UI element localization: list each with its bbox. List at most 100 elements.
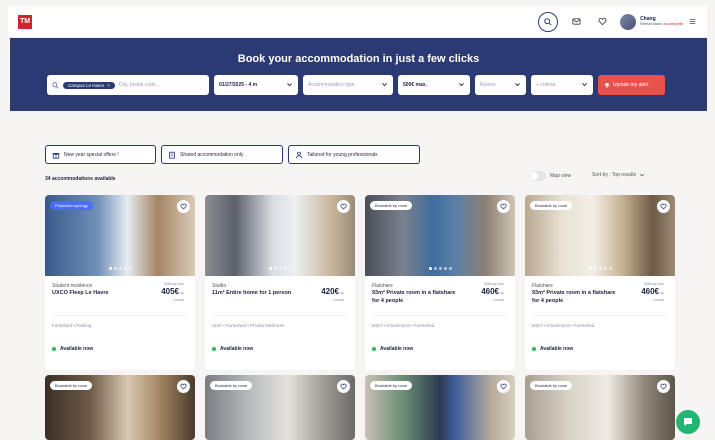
sort-select[interactable]: Sort by : Top results [592, 172, 645, 178]
listing-title[interactable]: UXCO Fleep Le Havre [52, 290, 140, 298]
update-alert-button[interactable]: Update my alert [598, 75, 665, 95]
quick-filter-new-year[interactable]: New year special offers ! [45, 145, 156, 164]
toggle-switch[interactable] [529, 171, 546, 181]
messages-button[interactable] [568, 14, 584, 30]
chevron-down-icon [582, 83, 587, 87]
search-filters: Campus Le Havre × City, postal code... 01… [47, 75, 665, 95]
map-view-toggle[interactable]: Map view [529, 171, 571, 181]
listing-price: 460€cc [641, 287, 664, 296]
availability-status: Available now [372, 346, 413, 352]
listing-card[interactable]: Bookable by room [365, 375, 515, 440]
listing-card[interactable]: Studio 11m² Entire home for 1 person 420… [205, 195, 355, 370]
favorite-button[interactable] [497, 380, 510, 393]
favorite-button[interactable] [337, 380, 350, 393]
status-dot [52, 347, 56, 351]
photo-carousel-dots[interactable] [205, 267, 355, 270]
price-period: / month [332, 298, 344, 302]
heart-icon [660, 383, 667, 390]
listing-title[interactable]: 93m² Private room in a flatshare for 4 p… [372, 290, 460, 305]
listing-badge: Bookable by room [210, 381, 253, 390]
quick-filters: New year special offers ! Shared accommo… [45, 145, 420, 164]
listing-card[interactable]: Bookable by room [205, 375, 355, 440]
location-field[interactable]: Campus Le Havre × City, postal code... [47, 75, 209, 95]
status-dot [212, 347, 216, 351]
listing-badge: Bookable by room [370, 201, 413, 210]
price-period: / month [172, 298, 184, 302]
quick-filter-shared[interactable]: Shared accommodation only [161, 145, 283, 164]
user-status: Rental stand incomplete [640, 21, 683, 27]
price-period: / month [492, 298, 504, 302]
heart-icon [500, 203, 507, 210]
heart-icon [340, 203, 347, 210]
criteria-select[interactable]: + criteria [531, 75, 593, 95]
budget-select[interactable]: 500€ max. [398, 75, 470, 95]
status-dot [532, 347, 536, 351]
listing-card[interactable]: Bookable by room Flatshare 93m² Private … [525, 195, 675, 370]
rooms-select[interactable]: Rooms [475, 75, 526, 95]
listing-type: Flatshare [532, 283, 553, 289]
price-from: Starting from [483, 282, 504, 286]
listing-photo[interactable] [205, 195, 355, 276]
chevron-down-icon [640, 173, 645, 177]
chat-icon [684, 418, 692, 426]
chevron-down-icon [515, 83, 520, 87]
gift-icon [52, 152, 60, 159]
listing-card[interactable]: Bookable by room [45, 375, 195, 440]
listing-type: Studio [212, 283, 227, 289]
city-input[interactable]: City, postal code... [119, 82, 160, 88]
person-icon [295, 151, 303, 158]
photo-carousel-dots[interactable] [365, 267, 515, 270]
listing-badge: Bookable by room [530, 201, 573, 210]
avatar [620, 13, 637, 30]
hero-title: Book your accommodation in just a few cl… [237, 53, 480, 65]
listing-type: Flatshare [372, 283, 393, 289]
heart-icon [340, 383, 347, 390]
listing-features: 93m² • 4 bedrooms • Furnished [532, 323, 595, 328]
listing-features: 93m² • 4 bedrooms • Furnished [372, 323, 435, 328]
date-select[interactable]: 01/27/2025 - 4 m [214, 75, 298, 95]
chat-button[interactable] [676, 410, 700, 434]
listing-price: 420€cc [321, 287, 344, 296]
search-button[interactable] [538, 11, 559, 32]
bell-icon [605, 82, 609, 88]
favorite-button[interactable] [497, 200, 510, 213]
brand-logo[interactable]: TM [18, 14, 32, 29]
favorites-button[interactable] [594, 14, 610, 30]
listing-features: 11m² • Furnished • Private bathroom [212, 323, 285, 328]
remove-chip-icon[interactable]: × [107, 83, 110, 88]
favorite-button[interactable] [177, 380, 190, 393]
photo-carousel-dots[interactable] [525, 267, 675, 270]
listing-badge: Bookable by room [50, 381, 93, 390]
price-from: Starting from [643, 282, 664, 286]
hamburger-icon[interactable] [687, 17, 697, 27]
chevron-down-icon [287, 83, 292, 87]
listing-card[interactable]: Bookable by room [525, 375, 675, 440]
accommodation-type-select[interactable]: Accommodation type [303, 75, 393, 95]
top-navbar: TM Chang Rental stand incomplete [8, 6, 707, 38]
listing-title[interactable]: 93m² Private room in a flatshare for 4 p… [532, 290, 620, 305]
favorite-button[interactable] [657, 380, 670, 393]
heart-icon [180, 203, 187, 210]
quick-filter-young-professionals[interactable]: Tailored for young professionals [288, 145, 420, 164]
availability-status: Available now [52, 346, 93, 352]
availability-status: Available now [212, 346, 253, 352]
favorite-button[interactable] [177, 200, 190, 213]
status-dot [372, 347, 376, 351]
photo-carousel-dots[interactable] [45, 267, 195, 270]
listing-title[interactable]: 11m² Entire home for 1 person [212, 290, 300, 298]
favorite-button[interactable] [657, 200, 670, 213]
search-icon [52, 81, 59, 89]
listing-badge: Bookable by room [530, 381, 573, 390]
price-from: Starting from [163, 282, 184, 286]
listing-price: 460€cc [481, 287, 504, 296]
listing-card[interactable]: Protection synergy Student residence UXC… [45, 195, 195, 370]
favorite-button[interactable] [337, 200, 350, 213]
mail-icon [572, 18, 581, 25]
listing-card[interactable]: Bookable by room Flatshare 93m² Private … [365, 195, 515, 370]
user-menu[interactable]: Chang Rental stand incomplete [620, 13, 697, 30]
availability-status: Available now [532, 346, 573, 352]
listing-badge: Bookable by room [370, 381, 413, 390]
building-icon [169, 151, 175, 159]
listing-features: Furnished • Parking [52, 323, 92, 328]
campus-chip[interactable]: Campus Le Havre × [63, 81, 115, 89]
